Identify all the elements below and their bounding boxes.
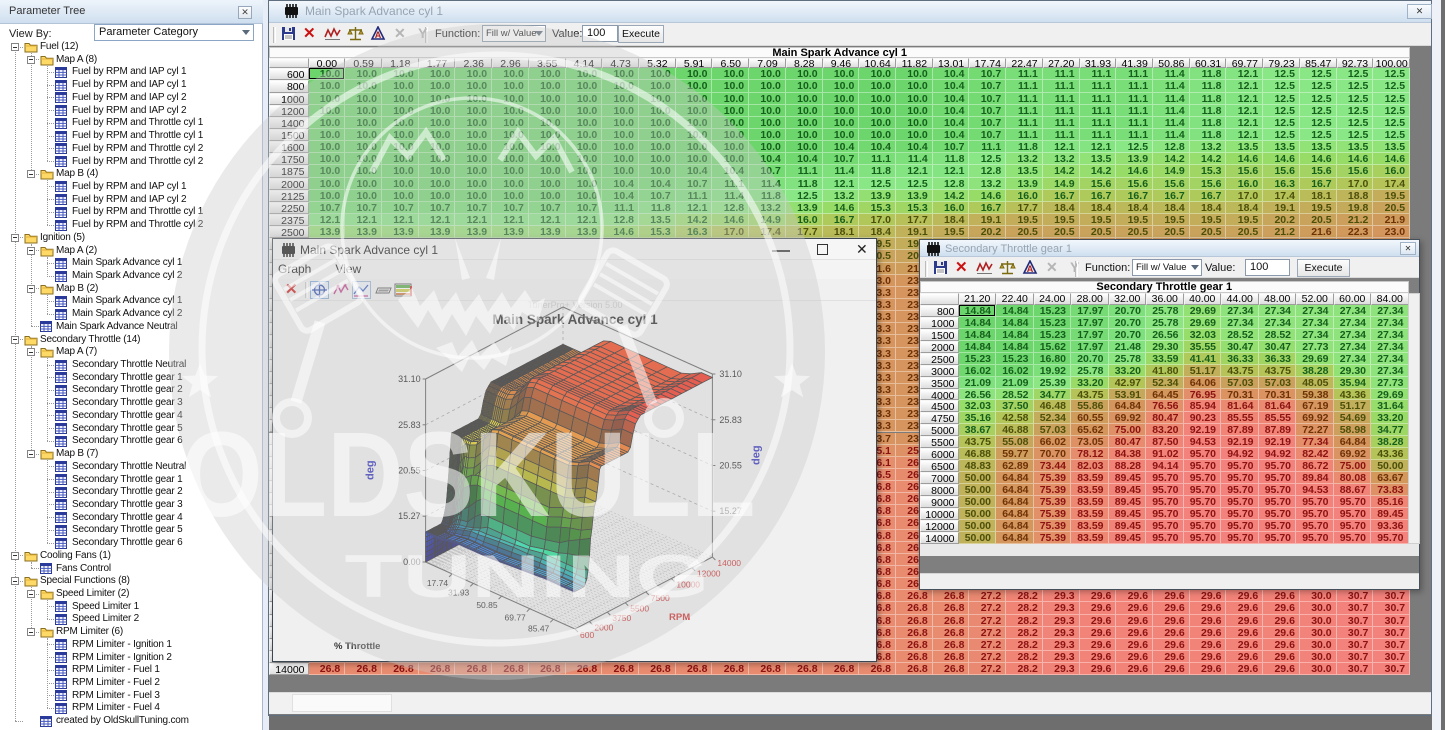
svg-text:25.83: 25.83: [719, 415, 742, 425]
svg-text:A: A: [375, 30, 382, 40]
svg-text:85.47: 85.47: [528, 623, 550, 633]
svg-text:69.77: 69.77: [505, 613, 527, 623]
svg-text:TunerPro+ Version 5.00: TunerPro+ Version 5.00: [528, 300, 623, 310]
svg-text:20.55: 20.55: [719, 461, 742, 471]
svg-text:12000: 12000: [697, 569, 721, 579]
svg-text:31.93: 31.93: [448, 587, 470, 597]
svg-text:20.55: 20.55: [398, 466, 421, 476]
svg-text:deg: deg: [750, 445, 762, 465]
svg-text:% Throttle: % Throttle: [334, 641, 380, 652]
svg-text:50.85: 50.85: [476, 600, 498, 610]
svg-text:2000: 2000: [594, 623, 613, 633]
svg-text:15.27: 15.27: [398, 511, 421, 521]
svg-text:14000: 14000: [717, 558, 741, 568]
svg-text:RPM: RPM: [669, 612, 690, 623]
svg-text:7500: 7500: [651, 593, 670, 603]
svg-text:deg: deg: [365, 460, 377, 480]
svg-text:0.00: 0.00: [403, 557, 421, 567]
svg-text:Main Spark Advance cyl 1: Main Spark Advance cyl 1: [492, 312, 658, 327]
svg-text:31.10: 31.10: [719, 369, 742, 379]
svg-text:31.10: 31.10: [398, 374, 421, 384]
svg-text:25.83: 25.83: [398, 420, 421, 430]
svg-text:5500: 5500: [630, 604, 649, 614]
svg-text:17.74: 17.74: [427, 578, 449, 588]
svg-text:600: 600: [580, 630, 594, 640]
svg-text:15.27: 15.27: [719, 506, 742, 516]
svg-text:3750: 3750: [612, 613, 631, 623]
svg-text:A: A: [1027, 264, 1034, 274]
svg-text:10000: 10000: [676, 580, 700, 590]
